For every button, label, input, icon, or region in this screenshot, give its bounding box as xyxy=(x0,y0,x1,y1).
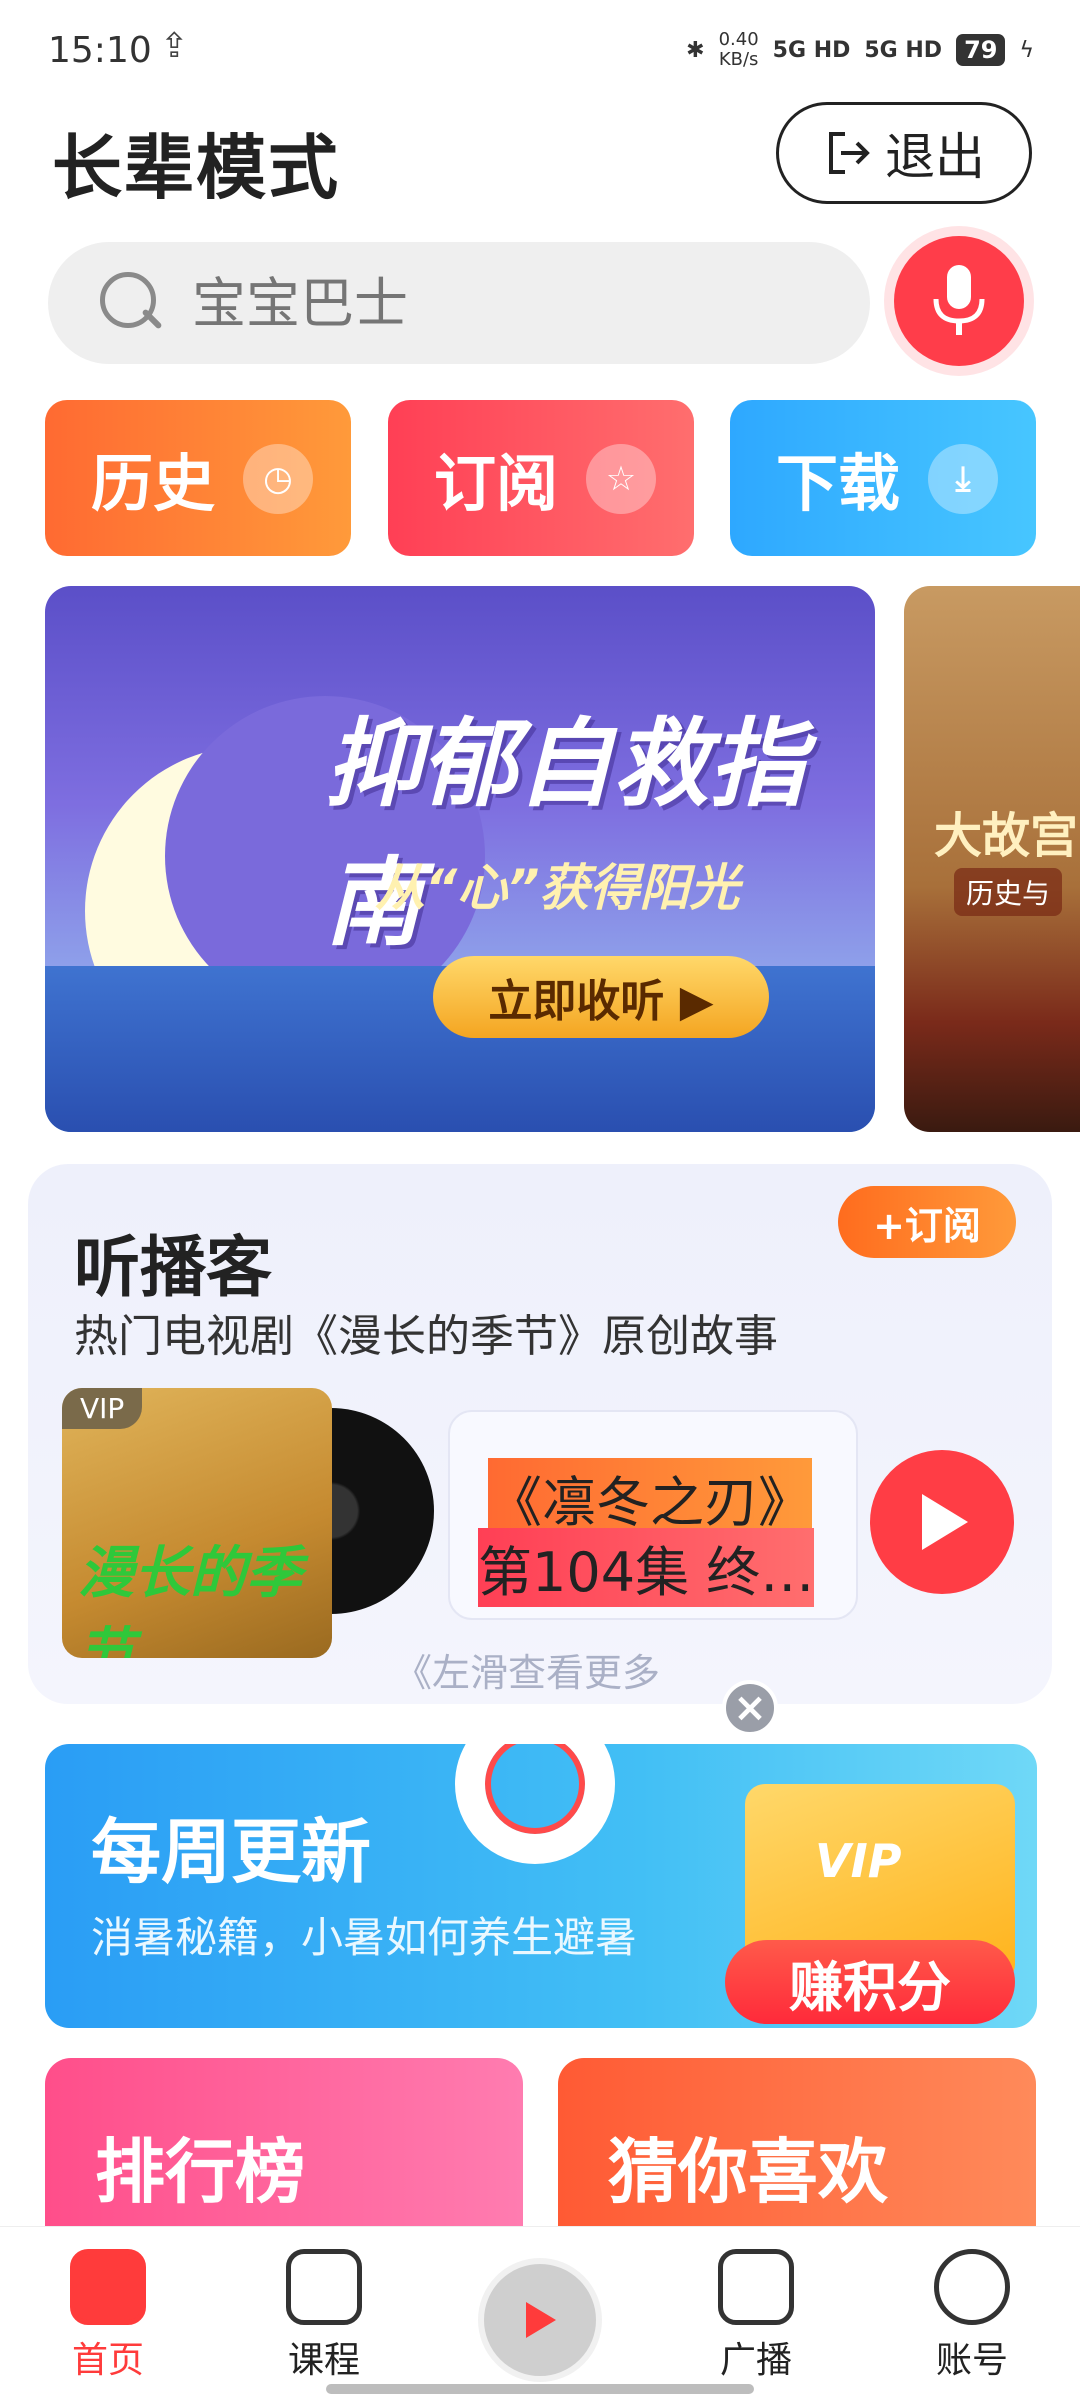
earn-points-button[interactable]: 赚积分 xyxy=(725,1940,1015,2024)
microphone-icon xyxy=(933,265,985,335)
guess-label: 猜你喜欢 xyxy=(608,2131,888,2213)
download-icon: ⤓ xyxy=(928,444,998,514)
swipe-hint: 《左滑查看更多 xyxy=(394,1651,661,1695)
home-indicator xyxy=(326,2384,754,2394)
search-input[interactable] xyxy=(192,271,752,335)
tab-courses[interactable]: 课程 xyxy=(244,2249,404,2383)
tab-account-label: 账号 xyxy=(935,2340,1008,2381)
close-icon[interactable]: × xyxy=(722,1680,778,1736)
status-icons: ✱ 0.40 KB/s 5G HD 5G HD 79 ϟ xyxy=(686,30,1034,70)
now-playing-button[interactable] xyxy=(478,2258,602,2382)
voice-search-button[interactable] xyxy=(894,236,1024,366)
radio-icon xyxy=(718,2249,794,2325)
courses-icon xyxy=(286,2249,362,2325)
next-banner-sub: 历史与 xyxy=(954,868,1063,916)
vip-badge: VIP xyxy=(62,1388,143,1429)
history-tile[interactable]: 历史 ◷ xyxy=(45,400,351,556)
tab-home[interactable]: 首页 xyxy=(28,2249,188,2383)
signal-sim2: 5G HD xyxy=(864,37,943,63)
subscribe-button[interactable]: +订阅 xyxy=(838,1186,1016,1258)
weekly-banner[interactable]: 每周更新 消暑秘籍，小暑如何养生避暑 VIP 赚积分 xyxy=(45,1744,1037,2028)
signal-sim1: 5G HD xyxy=(772,37,851,63)
podcast-section-title: 听播客 xyxy=(74,1229,272,1306)
listen-now-button[interactable]: 立即收听 ▶ xyxy=(433,956,769,1038)
play-icon xyxy=(922,1494,968,1550)
net-speed: 0.40 KB/s xyxy=(718,29,759,70)
podcast-cover[interactable]: VIP 漫长的季节 xyxy=(62,1388,332,1658)
exit-label: 退出 xyxy=(885,128,985,186)
weekly-title: 每周更新 xyxy=(91,1811,371,1893)
play-icon xyxy=(526,2302,556,2338)
status-bar: 15:10 ⇪ ✱ 0.40 KB/s 5G HD 5G HD 79 ϟ xyxy=(0,0,1080,100)
subscription-label: 订阅 xyxy=(434,447,559,520)
podcast-card: 听播客 +订阅 热门电视剧《漫长的季节》原创故事 VIP 漫长的季节 《凛冬之刃… xyxy=(28,1164,1052,1704)
battery-indicator: 79 xyxy=(956,34,1006,66)
weekly-vip-tag: VIP xyxy=(815,1834,902,1888)
tab-home-label: 首页 xyxy=(71,2340,144,2381)
download-tile[interactable]: 下载 ⤓ xyxy=(730,400,1036,556)
track-episode: 第104集 终… xyxy=(478,1528,815,1607)
podcast-description: 热门电视剧《漫长的季节》原创故事 xyxy=(74,1311,778,1362)
charging-icon: ϟ xyxy=(1019,37,1034,63)
download-label: 下载 xyxy=(776,447,901,520)
banner-headline: 抑郁自救指南 xyxy=(325,708,805,959)
weekly-subtitle: 消暑秘籍，小暑如何养生避暑 xyxy=(91,1913,638,1962)
play-button[interactable] xyxy=(870,1450,1014,1594)
next-banner[interactable]: 大故宫 历史与 xyxy=(904,586,1080,1132)
star-icon: ☆ xyxy=(586,444,656,514)
clock-icon: ◷ xyxy=(243,444,313,514)
promo-banner[interactable]: 抑郁自救指南 从“心”获得阳光 立即收听 ▶ xyxy=(45,586,875,1132)
home-icon xyxy=(70,2249,146,2325)
ranking-label: 排行榜 xyxy=(95,2131,305,2213)
tab-broadcast-label: 广播 xyxy=(719,2340,792,2381)
banner-subline: 从“心”获得阳光 xyxy=(375,859,740,917)
page-title: 长辈模式 xyxy=(52,127,340,209)
tab-broadcast[interactable]: 广播 xyxy=(676,2249,836,2383)
exit-button[interactable]: 退出 xyxy=(776,102,1032,204)
search-icon xyxy=(100,272,162,334)
bluetooth-icon: ✱ xyxy=(686,37,705,63)
exit-icon xyxy=(829,132,870,174)
lifebuoy-illustration xyxy=(455,1744,615,1864)
usb-icon: ⇪ xyxy=(160,26,189,66)
clock: 15:10 xyxy=(48,30,152,71)
tab-account[interactable]: 账号 xyxy=(892,2249,1052,2383)
account-icon xyxy=(934,2249,1010,2325)
search-bar[interactable] xyxy=(48,242,870,364)
cover-title: 漫长的季节 xyxy=(78,1541,302,1658)
track-title: 《凛冬之刃》 xyxy=(488,1458,812,1537)
history-label: 历史 xyxy=(91,447,216,520)
next-banner-title: 大故宫 xyxy=(934,808,1079,864)
tab-courses-label: 课程 xyxy=(287,2340,360,2381)
subscription-tile[interactable]: 订阅 ☆ xyxy=(388,400,694,556)
